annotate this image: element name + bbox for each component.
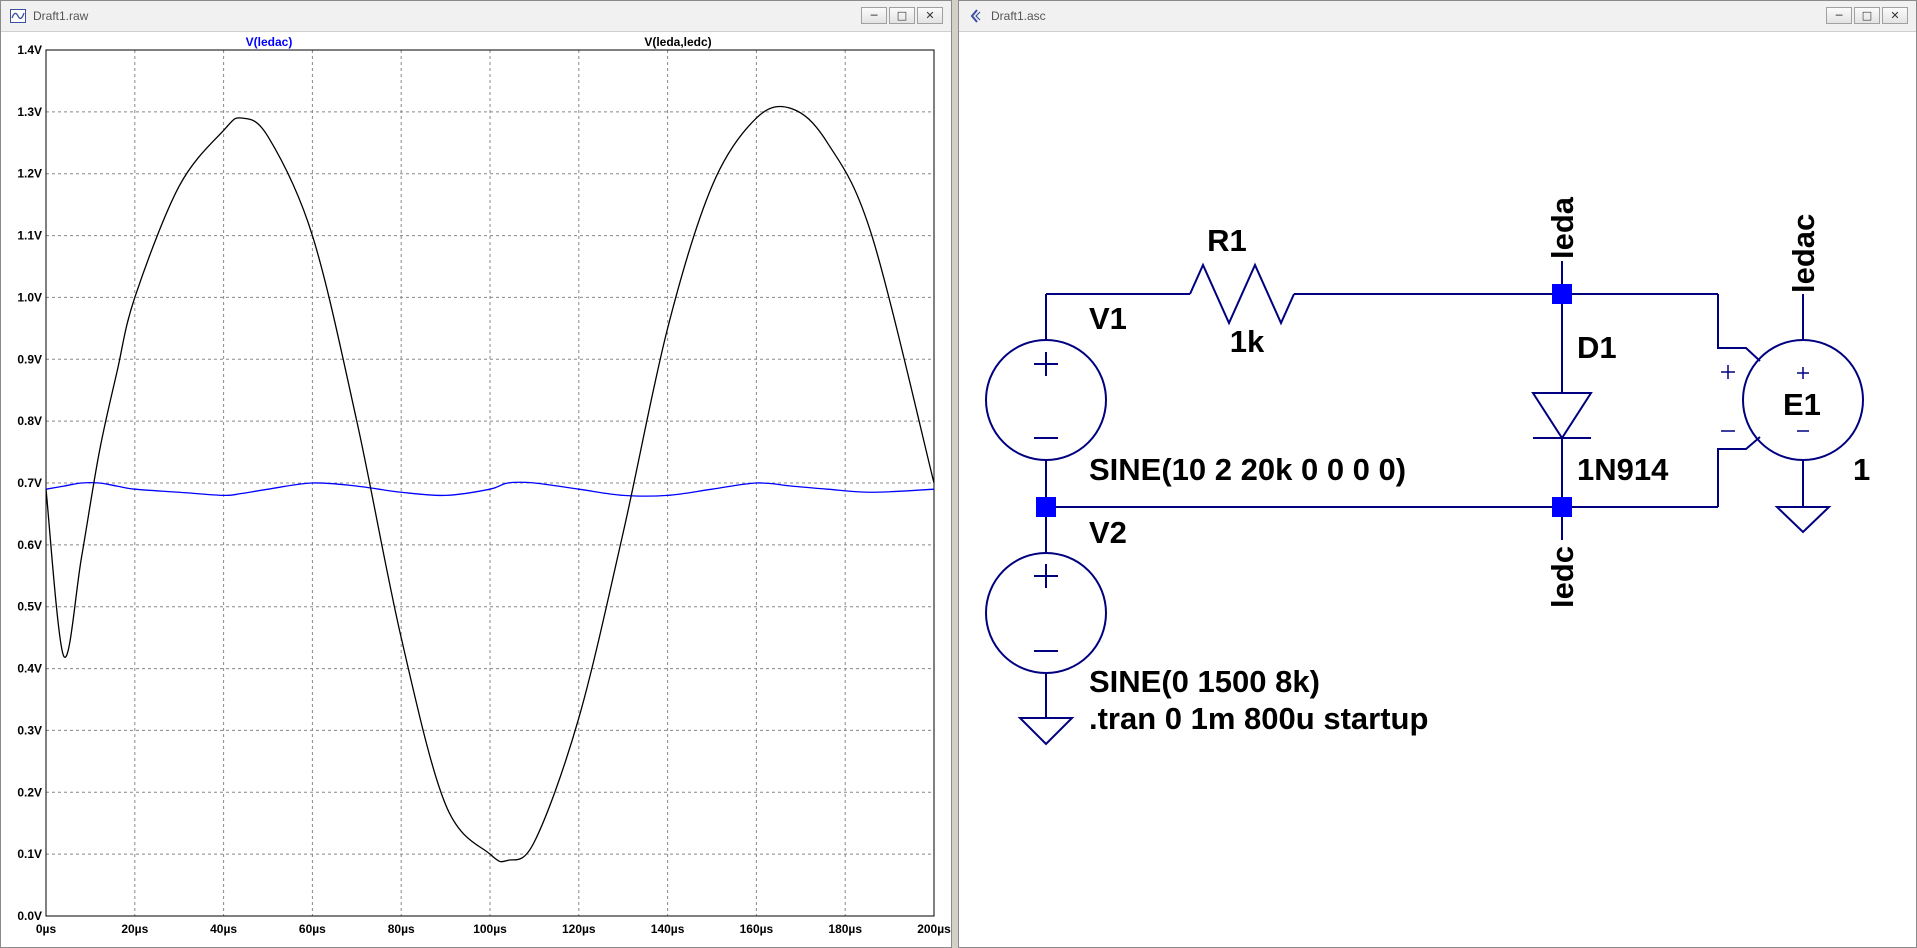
x-tick-label: 120µs <box>562 922 596 936</box>
waveform-titlebar[interactable]: Draft1.raw ─ □ ✕ <box>1 1 951 32</box>
junction[interactable] <box>1036 497 1056 517</box>
y-tick-label: 0.3V <box>17 723 42 737</box>
net-label-leda[interactable]: leda <box>1545 196 1580 259</box>
v1-value-label: SINE(10 2 20k 0 0 0 0) <box>1089 452 1406 487</box>
v2-value-label: SINE(0 1500 8k) <box>1089 664 1320 699</box>
x-tick-label: 180µs <box>828 922 862 936</box>
y-tick-label: 0.5V <box>17 600 42 614</box>
y-tick-label: 1.0V <box>17 290 42 304</box>
waveform-window-title: Draft1.raw <box>33 9 89 23</box>
plus-icon <box>1034 564 1058 588</box>
y-tick-label: 0.4V <box>17 662 42 676</box>
maximize-button[interactable]: □ <box>889 7 915 24</box>
plus-icon <box>1034 352 1058 376</box>
d1-name-label: D1 <box>1577 330 1617 365</box>
schematic-canvas[interactable]: R1 1k V1 SINE(10 2 20k 0 0 0 0) V2 SINE(… <box>960 32 1915 946</box>
y-tick-label: 1.4V <box>17 43 42 57</box>
r1-name-label: R1 <box>1207 223 1247 258</box>
close-button[interactable]: ✕ <box>917 7 943 24</box>
y-tick-label: 0.8V <box>17 414 42 428</box>
net-label-ledac[interactable]: ledac <box>1786 214 1821 293</box>
wire[interactable] <box>1717 436 1761 507</box>
v1-name-label: V1 <box>1089 301 1127 336</box>
d1-diode-symbol[interactable] <box>1531 392 1593 440</box>
y-tick-label: 1.3V <box>17 105 42 119</box>
minimize-button[interactable]: ─ <box>1826 7 1852 24</box>
schematic-drawing[interactable]: R1 1k V1 SINE(10 2 20k 0 0 0 0) V2 SINE(… <box>960 32 1917 948</box>
x-tick-label: 0µs <box>36 922 57 936</box>
ground-icon <box>1774 506 1832 534</box>
x-tick-label: 40µs <box>210 922 237 936</box>
schematic-window-title: Draft1.asc <box>991 9 1046 23</box>
schematic-titlebar[interactable]: Draft1.asc ─ □ ✕ <box>959 1 1916 32</box>
r1-resistor-symbol[interactable] <box>1189 262 1295 326</box>
r1-value-label: 1k <box>1230 324 1265 359</box>
junction[interactable] <box>1552 497 1572 517</box>
wire[interactable] <box>1717 294 1761 362</box>
x-tick-label: 80µs <box>388 922 415 936</box>
d1-value-label: 1N914 <box>1577 452 1669 487</box>
y-tick-label: 1.2V <box>17 167 42 181</box>
x-tick-label: 20µs <box>121 922 148 936</box>
v2-name-label: V2 <box>1089 515 1127 550</box>
x-tick-label: 200µs <box>917 922 951 936</box>
y-tick-label: 0.1V <box>17 847 42 861</box>
e1-name-label: E1 <box>1783 387 1821 422</box>
close-button[interactable]: ✕ <box>1882 7 1908 24</box>
plus-icon <box>1797 367 1809 379</box>
x-tick-label: 60µs <box>299 922 326 936</box>
x-tick-label: 100µs <box>473 922 507 936</box>
waveform-plot-area[interactable]: 0µs 20µs 40µs 60µs 80µs 100µs 120µs 140µs 160µs 1… <box>2 32 952 948</box>
schematic-app-icon <box>970 9 981 23</box>
x-tick-label: 160µs <box>740 922 774 936</box>
ground-icon <box>1017 717 1075 746</box>
schematic-window: Draft1.asc ─ □ ✕ R1 1k V1 SINE(10 2 20k … <box>958 0 1917 948</box>
e1-value-label: 1 <box>1853 452 1870 487</box>
waveform-window: Draft1.raw ─ □ ✕ 0µs 20µs 40µs 60µs 80µs 100µ… <box>0 0 952 948</box>
waveform-app-icon <box>10 9 26 23</box>
waveform-chart[interactable]: 0µs 20µs 40µs 60µs 80µs 100µs 120µs 140µs 160µs 1… <box>2 32 952 948</box>
y-tick-label: 0.2V <box>17 785 42 799</box>
spice-directive[interactable]: .tran 0 1m 800u startup <box>1089 701 1428 736</box>
y-tick-label: 0.9V <box>17 352 42 366</box>
maximize-button[interactable]: □ <box>1854 7 1880 24</box>
legend-trace-label[interactable]: V(leda,ledc) <box>644 35 711 49</box>
x-tick-label: 140µs <box>651 922 685 936</box>
y-tick-label: 0.0V <box>17 909 42 923</box>
y-tick-label: 0.7V <box>17 476 42 490</box>
minimize-button[interactable]: ─ <box>861 7 887 24</box>
net-label-ledc[interactable]: ledc <box>1545 546 1580 608</box>
y-tick-label: 1.1V <box>17 229 42 243</box>
y-tick-label: 0.6V <box>17 538 42 552</box>
legend-trace-label[interactable]: V(ledac) <box>246 35 293 49</box>
junction[interactable] <box>1552 284 1572 304</box>
plus-icon <box>1721 365 1735 379</box>
